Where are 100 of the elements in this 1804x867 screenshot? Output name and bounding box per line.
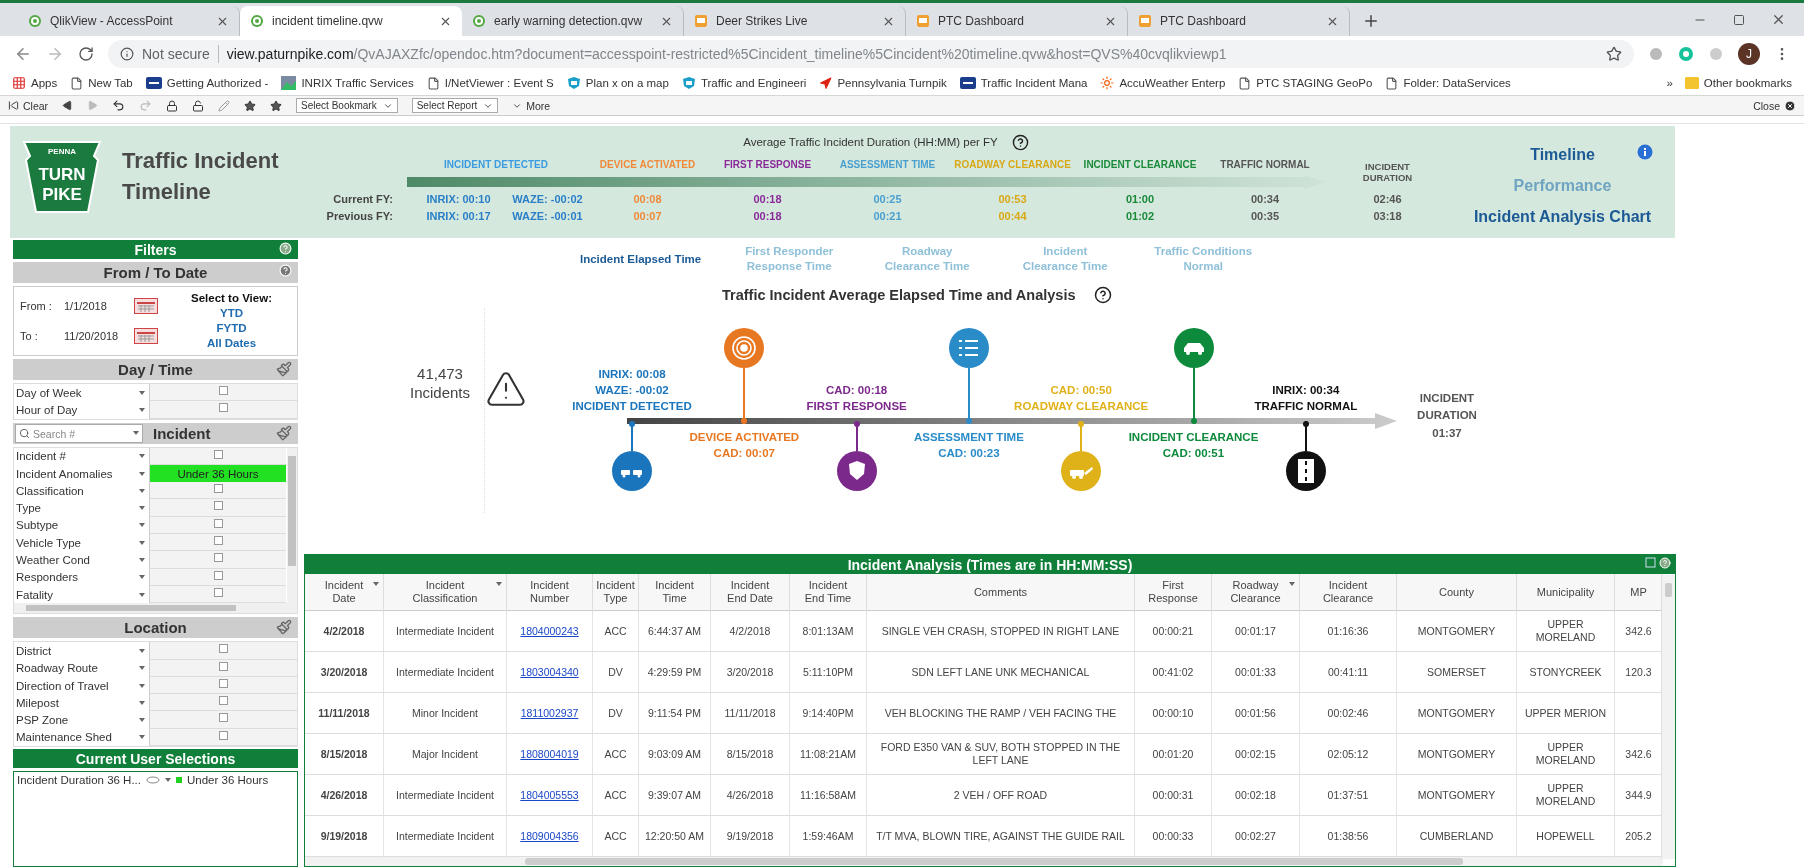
- bookmark[interactable]: INRIX Traffic Services: [281, 76, 414, 90]
- column-header[interactable]: Incident Type: [593, 574, 639, 611]
- caret-icon[interactable]: [139, 523, 145, 528]
- more-bookmarks[interactable]: »: [1666, 77, 1673, 89]
- checkbox-icon[interactable]: [213, 587, 223, 597]
- caret-icon[interactable]: [139, 575, 145, 580]
- incident-link[interactable]: 1803004340: [520, 665, 579, 679]
- bookmark[interactable]: Traffic and Engineeri: [681, 76, 807, 90]
- star-icon[interactable]: [270, 99, 283, 112]
- profile-avatar[interactable]: J: [1738, 42, 1760, 65]
- bookmark[interactable]: Traffic Incident Mana: [959, 77, 1088, 89]
- caret-icon[interactable]: [139, 471, 145, 476]
- incident-link[interactable]: 1809004356: [520, 829, 579, 843]
- new-tab-icon[interactable]: [1362, 12, 1380, 30]
- caret-icon[interactable]: [139, 735, 145, 740]
- lock-icon[interactable]: [166, 99, 179, 112]
- caret-icon[interactable]: [139, 683, 145, 688]
- checkbox-icon[interactable]: [219, 403, 228, 413]
- bookmark[interactable]: Pennsylvania Turnpik: [819, 76, 947, 90]
- calendar-icon[interactable]: [134, 328, 158, 344]
- bookmark[interactable]: Folder: DataServices: [1385, 76, 1511, 90]
- column-header[interactable]: Incident End Time: [790, 574, 867, 611]
- back-icon[interactable]: [62, 100, 74, 111]
- caret-icon[interactable]: [1289, 582, 1295, 586]
- reload-icon[interactable]: [78, 45, 94, 62]
- column-header[interactable]: Incident Clearance: [1300, 574, 1397, 611]
- column-header[interactable]: Roadway Clearance: [1212, 574, 1300, 611]
- view-link[interactable]: YTD: [220, 306, 243, 321]
- checkbox-icon[interactable]: [219, 661, 228, 671]
- column-header[interactable]: Incident Classification: [384, 574, 507, 611]
- unlock-icon[interactable]: [192, 99, 205, 112]
- column-header[interactable]: County: [1397, 574, 1517, 611]
- caret-icon[interactable]: [133, 430, 139, 435]
- info-icon[interactable]: [1637, 144, 1653, 160]
- export-icon[interactable]: [1645, 557, 1656, 568]
- caret-icon[interactable]: [139, 454, 145, 459]
- column-header[interactable]: MP: [1615, 574, 1663, 611]
- caret-icon[interactable]: [139, 648, 145, 653]
- bookmark[interactable]: Plan x on a map: [566, 76, 669, 90]
- bookmark[interactable]: New Tab: [70, 76, 133, 90]
- checkbox-icon[interactable]: [219, 644, 228, 654]
- browser-tab[interactable]: incident timeline.qvw: [240, 6, 462, 36]
- star-icon[interactable]: [244, 99, 257, 112]
- incident-link[interactable]: 1811002937: [520, 706, 579, 720]
- nav-link[interactable]: Incident Analysis Chart: [1473, 208, 1652, 226]
- caret-icon[interactable]: [139, 540, 145, 545]
- eraser-icon[interactable]: [146, 775, 160, 786]
- caret-icon[interactable]: [139, 407, 145, 412]
- clear-button[interactable]: Clear: [8, 99, 49, 112]
- help-icon[interactable]: [1093, 286, 1112, 304]
- incident-link[interactable]: 1808004019: [520, 747, 579, 761]
- caret-icon[interactable]: [165, 778, 171, 783]
- chart-tab[interactable]: Incident Elapsed Time: [580, 244, 702, 267]
- column-header[interactable]: Municipality: [1517, 574, 1615, 611]
- pencil-icon[interactable]: [218, 99, 231, 112]
- bookmark-folder[interactable]: Other bookmarks: [1684, 77, 1792, 89]
- view-link[interactable]: FYTD: [216, 321, 247, 336]
- checkbox-icon[interactable]: [213, 501, 223, 511]
- close-button[interactable]: Close: [1753, 99, 1796, 112]
- help-icon[interactable]: [1011, 133, 1029, 151]
- bookmark-select[interactable]: Select Bookmark: [296, 98, 398, 113]
- incident-link[interactable]: 1804000243: [520, 624, 579, 638]
- close-icon[interactable]: [1771, 12, 1786, 27]
- column-header[interactable]: Incident Date: [305, 574, 384, 611]
- checkbox-icon[interactable]: [219, 696, 228, 706]
- info-icon[interactable]: [120, 46, 134, 61]
- search-field[interactable]: Search #: [15, 424, 143, 444]
- caret-icon[interactable]: [139, 558, 145, 562]
- column-header[interactable]: Incident End Date: [711, 574, 790, 611]
- undo-icon[interactable]: [112, 99, 126, 112]
- column-header[interactable]: Incident Number: [507, 574, 593, 611]
- incident-link[interactable]: 1804005553: [520, 788, 579, 802]
- address-field[interactable]: Not secure view.paturnpike.com/QvAJAXZfc/opendoc.htm?document=accesspoint-restricted%5Cincident_timeline%5Cincident%20timeline.qvw&host=QVS%40cvqlikviewp1: [108, 39, 1634, 68]
- checkbox-icon[interactable]: [219, 713, 228, 723]
- bookmark-star-icon[interactable]: [1606, 45, 1622, 62]
- checkbox-icon[interactable]: [213, 553, 223, 563]
- column-header[interactable]: Comments: [867, 574, 1135, 611]
- bookmark[interactable]: I/NetViewer : Event S: [426, 76, 554, 90]
- caret-icon[interactable]: [373, 582, 379, 586]
- brush-icon[interactable]: [276, 619, 292, 636]
- report-select[interactable]: Select Report: [411, 98, 499, 113]
- caret-icon[interactable]: [139, 666, 145, 671]
- checkbox-icon[interactable]: [213, 536, 223, 546]
- checkbox-icon[interactable]: [219, 730, 228, 740]
- caret-icon[interactable]: [139, 390, 145, 395]
- caret-icon[interactable]: [139, 592, 145, 597]
- brush-icon[interactable]: [276, 424, 292, 441]
- view-link[interactable]: All Dates: [206, 336, 257, 351]
- bookmark[interactable]: Getting Authorized -: [145, 77, 269, 89]
- bookmark[interactable]: AccuWeather Enterp: [1100, 76, 1226, 90]
- bookmark[interactable]: PTC STAGING GeoPo: [1238, 76, 1373, 90]
- brush-icon[interactable]: [276, 361, 292, 377]
- checkbox-icon[interactable]: [213, 484, 223, 494]
- caret-icon[interactable]: [139, 488, 145, 493]
- checkbox-icon[interactable]: [213, 449, 223, 459]
- column-header[interactable]: Incident Time: [639, 574, 711, 611]
- checkbox-icon[interactable]: [219, 678, 228, 688]
- caret-icon[interactable]: [139, 700, 145, 705]
- checkbox-icon[interactable]: [219, 386, 228, 395]
- caret-icon[interactable]: [139, 718, 145, 723]
